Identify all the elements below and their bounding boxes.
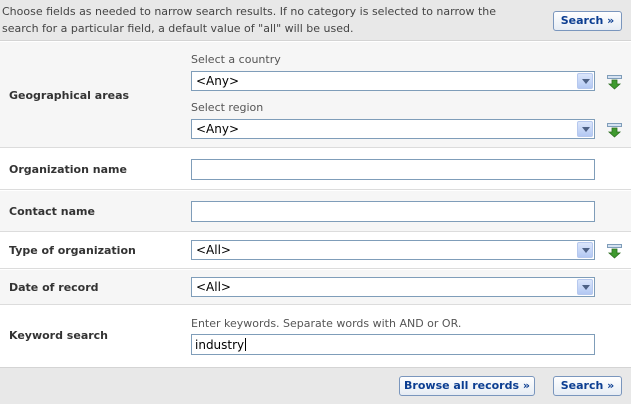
actions-bar: Browse all records » Search » [0,367,631,404]
date-of-record-label: Date of record [9,281,99,294]
keyword-search-row: Keyword search Enter keywords. Separate … [0,306,631,366]
date-of-record-row: Date of record <All> [0,270,631,305]
chevron-down-icon[interactable] [577,73,593,89]
keyword-hint: Enter keywords. Separate words with AND … [191,317,462,330]
chevron-down-icon[interactable] [577,279,593,295]
add-multiple-icon[interactable] [607,75,622,90]
contact-name-input[interactable] [191,201,595,222]
region-hint: Select region [191,101,264,114]
instructions-text: Choose fields as needed to narrow search… [2,3,532,37]
chevron-down-icon[interactable] [577,121,593,137]
text-caret [245,338,247,351]
instructions-bar: Choose fields as needed to narrow search… [0,0,631,41]
contact-name-label: Contact name [9,205,95,218]
region-select-value: <Any> [196,122,240,136]
date-of-record-value: <All> [196,280,231,294]
organization-type-label: Type of organization [9,244,136,257]
search-button-bottom[interactable]: Search » [553,376,622,396]
add-multiple-icon[interactable] [607,123,622,138]
organization-type-value: <All> [196,243,231,257]
keyword-input-value: industry [195,338,247,352]
add-multiple-icon[interactable] [607,244,622,259]
organization-type-row: Type of organization <All> [0,233,631,269]
geographical-areas-row: Geographical areas Select a country <Any… [0,42,631,148]
search-button-top[interactable]: Search » [553,11,622,31]
organization-type-select[interactable]: <All> [191,240,595,260]
region-select[interactable]: <Any> [191,119,595,139]
instructions-line-2: search for a particular field, a default… [2,22,354,35]
country-hint: Select a country [191,53,281,66]
keyword-input[interactable]: industry [191,334,595,355]
organization-name-input[interactable] [191,159,595,180]
browse-all-records-button[interactable]: Browse all records » [399,376,535,396]
date-of-record-select[interactable]: <All> [191,277,595,297]
keyword-search-label: Keyword search [9,329,109,342]
country-select[interactable]: <Any> [191,71,595,91]
instructions-line-1: Choose fields as needed to narrow search… [2,5,497,18]
contact-name-row: Contact name [0,191,631,232]
organization-name-row: Organization name [0,149,631,190]
country-select-value: <Any> [196,74,240,88]
chevron-down-icon[interactable] [577,242,593,258]
geographical-areas-label: Geographical areas [9,89,130,102]
organization-name-label: Organization name [9,163,127,176]
keyword-text: industry [195,338,245,352]
